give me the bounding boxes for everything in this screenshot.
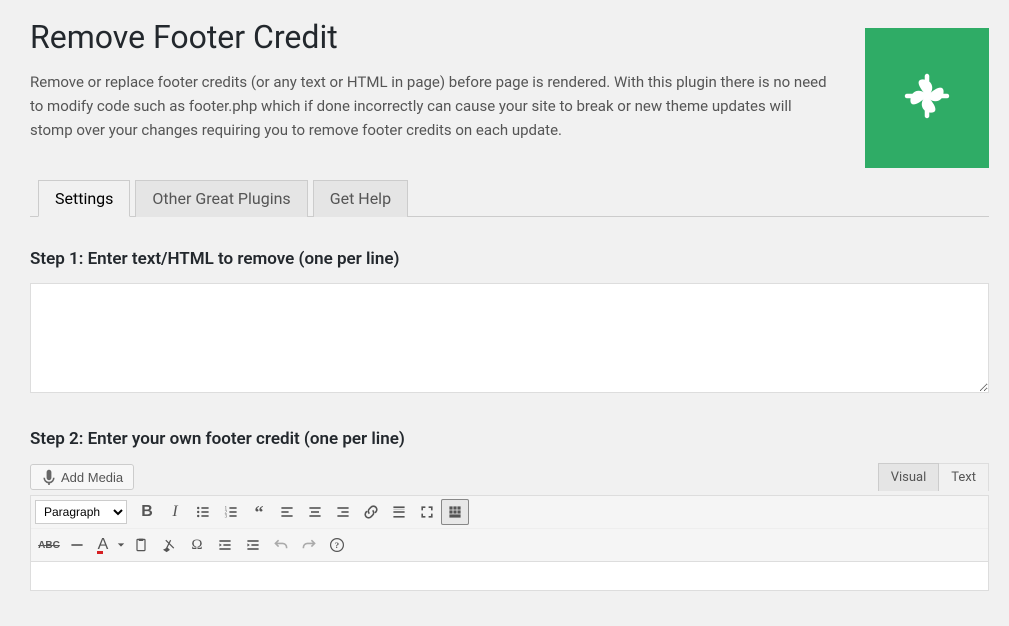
text-color-button[interactable]: A — [91, 532, 115, 558]
bullet-list-button[interactable] — [189, 499, 217, 525]
undo-button[interactable] — [267, 532, 295, 558]
italic-button[interactable]: I — [161, 499, 189, 525]
editor-tab-text[interactable]: Text — [939, 463, 989, 491]
page-description: Remove or replace footer credits (or any… — [30, 70, 830, 142]
rich-editor: Paragraph B I 123 “ — [30, 495, 989, 591]
blockquote-button[interactable]: “ — [245, 499, 273, 525]
tab-settings[interactable]: Settings — [38, 180, 130, 217]
svg-text:?: ? — [335, 540, 339, 550]
svg-text:3: 3 — [225, 515, 228, 520]
clear-formatting-button[interactable] — [155, 532, 183, 558]
align-center-button[interactable] — [301, 499, 329, 525]
tab-get-help[interactable]: Get Help — [313, 180, 408, 217]
editor-content[interactable] — [31, 562, 988, 590]
indent-button[interactable] — [239, 532, 267, 558]
toolbar-toggle-button[interactable] — [441, 499, 469, 525]
step1-label: Step 1: Enter text/HTML to remove (one p… — [30, 249, 989, 269]
add-media-button[interactable]: Add Media — [30, 464, 134, 490]
media-icon — [41, 469, 57, 485]
header-text: Remove Footer Credit Remove or replace f… — [30, 10, 845, 156]
page-header: Remove Footer Credit Remove or replace f… — [30, 10, 989, 168]
bow-icon — [898, 67, 956, 129]
align-left-button[interactable] — [273, 499, 301, 525]
nav-tabs: Settings Other Great Plugins Get Help — [30, 180, 989, 217]
horizontal-rule-button[interactable] — [63, 532, 91, 558]
fullscreen-button[interactable] — [413, 499, 441, 525]
add-media-label: Add Media — [61, 470, 123, 485]
numbered-list-button[interactable]: 123 — [217, 499, 245, 525]
page-title: Remove Footer Credit — [30, 18, 845, 56]
redo-button[interactable] — [295, 532, 323, 558]
outdent-button[interactable] — [211, 532, 239, 558]
plugin-logo — [865, 28, 989, 168]
remove-text-input[interactable] — [30, 283, 989, 393]
editor-toolbar: Paragraph B I 123 “ — [31, 496, 988, 562]
text-color-caret[interactable] — [115, 541, 127, 549]
editor-tab-visual[interactable]: Visual — [878, 463, 940, 491]
step2-label: Step 2: Enter your own footer credit (on… — [30, 429, 989, 449]
editor-mode-tabs: Visual Text — [878, 463, 989, 491]
help-button[interactable]: ? — [323, 532, 351, 558]
bold-button[interactable]: B — [133, 499, 161, 525]
paste-text-button[interactable] — [127, 532, 155, 558]
strikethrough-button[interactable]: ABC — [35, 532, 63, 558]
link-button[interactable] — [357, 499, 385, 525]
special-char-button[interactable]: Ω — [183, 532, 211, 558]
read-more-button[interactable] — [385, 499, 413, 525]
format-select[interactable]: Paragraph — [35, 500, 127, 524]
align-right-button[interactable] — [329, 499, 357, 525]
tab-other-plugins[interactable]: Other Great Plugins — [135, 180, 307, 217]
